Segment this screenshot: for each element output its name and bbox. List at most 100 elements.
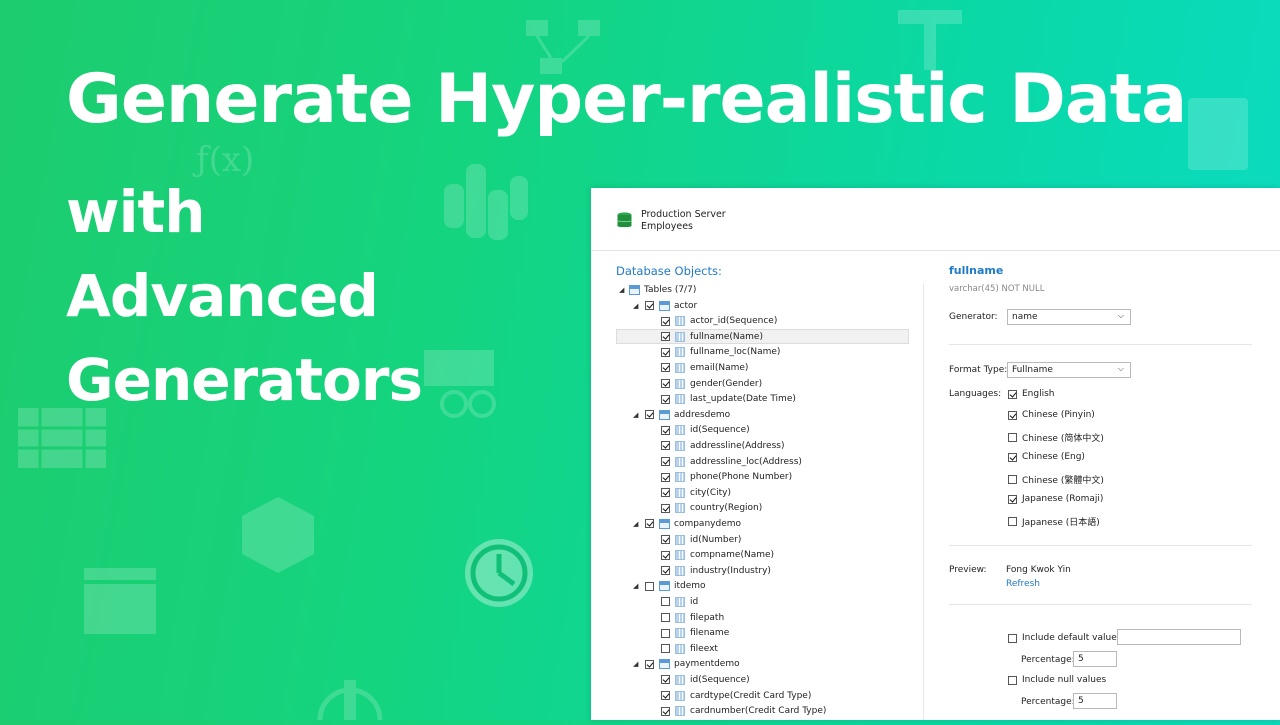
tree-column-row[interactable]: id(Sequence)	[661, 672, 750, 687]
column-checkbox[interactable]	[661, 441, 670, 451]
tree-item-label: phone(Phone Number)	[690, 472, 793, 483]
column-checkbox[interactable]	[661, 332, 670, 342]
default-values-input[interactable]	[1117, 629, 1241, 645]
signal-decor-icon	[310, 660, 390, 725]
column-checkbox[interactable]	[661, 503, 670, 513]
calendar-decor-icon	[84, 568, 156, 639]
include-null-checkbox[interactable]	[1008, 675, 1017, 685]
tree-column-row[interactable]: filename	[661, 626, 729, 641]
column-checkbox[interactable]	[661, 425, 670, 435]
column-checkbox[interactable]	[661, 628, 670, 638]
tree-column-row[interactable]: last_update(Date Time)	[661, 392, 796, 407]
column-checkbox[interactable]	[661, 675, 670, 685]
table-checkbox[interactable]	[645, 519, 654, 529]
tree-column-row[interactable]: fullname(Name)	[616, 329, 909, 345]
tree-column-row[interactable]: gender(Gender)	[661, 376, 762, 391]
include-null-option[interactable]: Include null values	[1008, 675, 1106, 685]
tree-column-row[interactable]: email(Name)	[661, 360, 748, 375]
language-option[interactable]: Japanese (Romaji)	[1008, 494, 1103, 504]
tree-column-row[interactable]: cardtype(Credit Card Type)	[661, 688, 811, 703]
column-checkbox[interactable]	[661, 535, 670, 544]
column-checkbox[interactable]	[661, 566, 670, 576]
column-checkbox[interactable]	[661, 613, 670, 622]
column-checkbox[interactable]	[661, 691, 670, 700]
expand-arrow-icon[interactable]: ◢	[619, 286, 624, 294]
column-checkbox[interactable]	[661, 488, 670, 498]
language-checkbox[interactable]	[1008, 389, 1017, 399]
tree-column-row[interactable]: compname(Name)	[661, 548, 774, 563]
tree-item-label: id(Sequence)	[690, 674, 750, 685]
expand-arrow-icon[interactable]: ◢	[633, 582, 638, 590]
column-checkbox[interactable]	[661, 550, 670, 560]
include-default-option[interactable]: Include default values	[1008, 633, 1121, 643]
table-checkbox[interactable]	[645, 301, 654, 310]
expand-arrow-icon[interactable]: ◢	[633, 411, 638, 419]
column-checkbox[interactable]	[661, 472, 670, 482]
expand-arrow-icon[interactable]: ◢	[633, 520, 638, 528]
column-checkbox[interactable]	[661, 457, 670, 466]
tree-column-row[interactable]: id	[661, 594, 698, 609]
tree-column-row[interactable]: industry(Industry)	[661, 563, 771, 578]
tree-table-row[interactable]: ◢ itdemo	[633, 579, 706, 594]
default-percentage-input[interactable]: 5	[1073, 651, 1117, 667]
table-checkbox[interactable]	[645, 410, 654, 420]
tree-column-row[interactable]: addressline_loc(Address)	[661, 454, 802, 469]
null-percentage-input[interactable]: 5	[1073, 693, 1117, 709]
column-checkbox[interactable]	[661, 363, 670, 373]
field-type: varchar(45) NOT NULL	[949, 284, 1045, 294]
column-icon	[675, 440, 685, 451]
tree-column-row[interactable]: id(Number)	[661, 532, 741, 547]
pane-divider	[923, 284, 924, 720]
language-checkbox[interactable]	[1008, 517, 1017, 526]
tree-table-row[interactable]: ◢ paymentdemo	[633, 657, 740, 672]
tree-item-label: paymentdemo	[674, 659, 740, 670]
language-option[interactable]: Chinese (Eng)	[1008, 452, 1085, 462]
format-type-select[interactable]: Fullname ⌵	[1007, 362, 1131, 378]
language-label: Japanese (Romaji)	[1022, 494, 1104, 504]
column-checkbox[interactable]	[661, 347, 670, 357]
tree-column-row[interactable]: cardnumber(Credit Card Type)	[661, 704, 826, 719]
tree-table-row[interactable]: ◢ addresdemo	[633, 407, 730, 422]
connection-header: Production Server Employees	[591, 188, 1280, 251]
tree-column-row[interactable]: fileext	[661, 641, 718, 656]
column-checkbox[interactable]	[661, 394, 670, 404]
language-option[interactable]: Chinese (Pinyin)	[1008, 410, 1095, 420]
tree-table-row[interactable]: ◢ companydemo	[633, 516, 741, 531]
tree-column-row[interactable]: id(Sequence)	[661, 423, 750, 438]
language-option[interactable]: Chinese (简体中文)	[1008, 431, 1104, 444]
tree-root[interactable]: ◢ Tables (7/7)	[619, 282, 696, 297]
format-type-label: Format Type:	[949, 365, 1008, 375]
language-checkbox[interactable]	[1008, 452, 1017, 462]
field-name: fullname	[949, 264, 1004, 277]
language-option[interactable]: Japanese (日本語)	[1008, 515, 1100, 528]
language-option[interactable]: English	[1008, 389, 1055, 399]
language-option[interactable]: Chinese (繁體中文)	[1008, 473, 1104, 486]
language-checkbox[interactable]	[1008, 494, 1017, 504]
column-checkbox[interactable]	[661, 379, 670, 388]
expand-arrow-icon[interactable]: ◢	[633, 302, 638, 310]
column-checkbox[interactable]	[661, 597, 670, 607]
expand-arrow-icon[interactable]: ◢	[633, 660, 638, 668]
generator-select[interactable]: name ⌵	[1007, 309, 1131, 325]
headline-generators: Generators	[66, 346, 423, 414]
include-default-checkbox[interactable]	[1008, 633, 1017, 643]
refresh-link[interactable]: Refresh	[1006, 579, 1040, 589]
language-checkbox[interactable]	[1008, 410, 1017, 420]
column-checkbox[interactable]	[661, 644, 670, 654]
column-checkbox[interactable]	[661, 316, 670, 326]
tree-column-row[interactable]: actor_id(Sequence)	[661, 314, 777, 329]
tree-column-row[interactable]: country(Region)	[661, 501, 762, 516]
column-checkbox[interactable]	[661, 706, 670, 716]
tree-column-row[interactable]: filepath	[661, 610, 724, 625]
tree-item-label: fullname_loc(Name)	[690, 347, 781, 358]
tree-column-row[interactable]: fullname_loc(Name)	[661, 345, 780, 360]
table-checkbox[interactable]	[645, 581, 654, 591]
column-icon	[675, 316, 685, 327]
tree-column-row[interactable]: city(City)	[661, 485, 731, 500]
table-checkbox[interactable]	[645, 659, 654, 669]
tree-column-row[interactable]: addressline(Address)	[661, 438, 784, 453]
tree-column-row[interactable]: phone(Phone Number)	[661, 470, 792, 485]
language-checkbox[interactable]	[1008, 433, 1017, 442]
language-checkbox[interactable]	[1008, 475, 1017, 484]
tree-table-row[interactable]: ◢ actor	[633, 298, 697, 313]
